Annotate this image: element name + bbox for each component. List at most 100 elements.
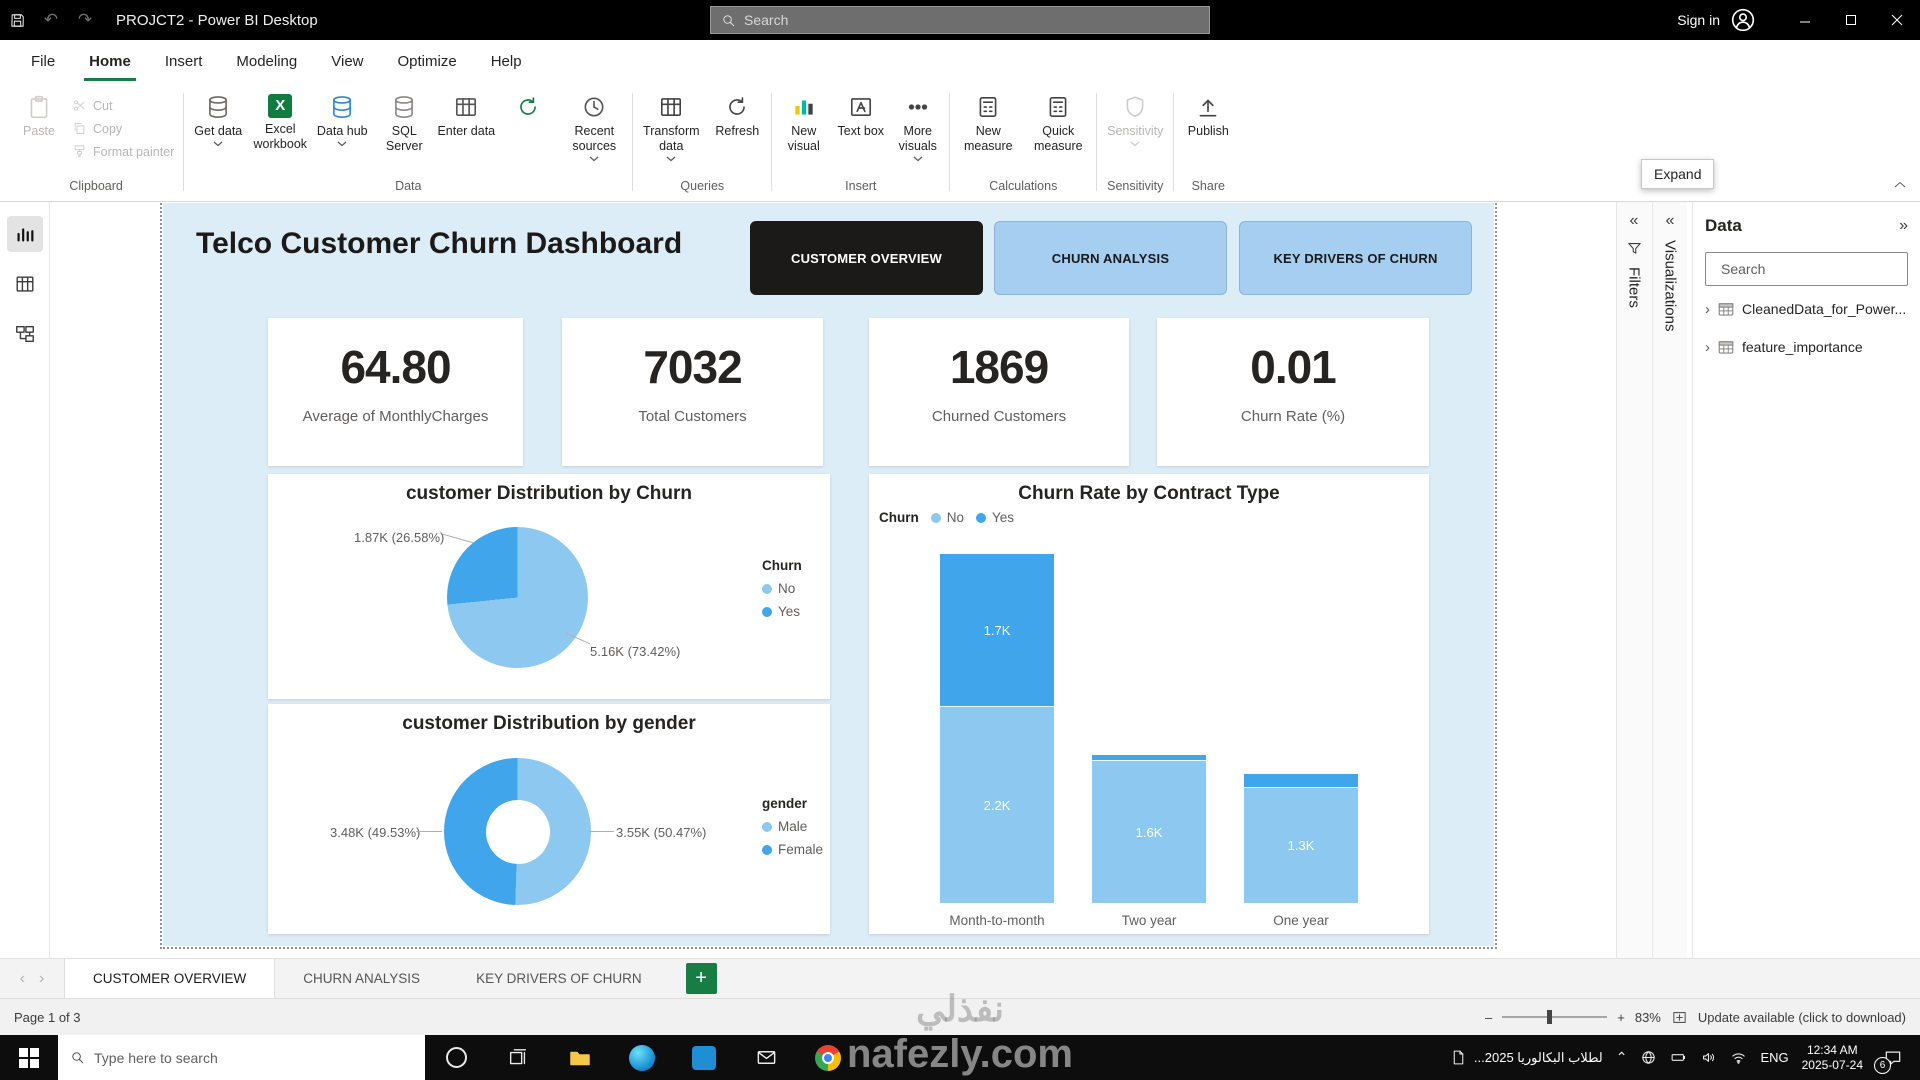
sql-server-button[interactable]: SQL Server <box>373 90 435 158</box>
zoom-slider-handle[interactable] <box>1547 1010 1553 1024</box>
kpi-card-monthly-charges[interactable]: 64.80 Average of MonthlyCharges <box>268 318 523 466</box>
titlebar-search-input[interactable] <box>744 12 1199 28</box>
app-icon-blue[interactable] <box>673 1035 735 1080</box>
next-page-arrow[interactable]: › <box>39 970 44 988</box>
new-page-button[interactable]: + <box>685 963 717 994</box>
recent-sources-button[interactable]: Recent sources <box>559 90 629 166</box>
menu-modeling[interactable]: Modeling <box>219 40 314 83</box>
task-view-icon[interactable] <box>487 1035 549 1080</box>
menu-file[interactable]: File <box>14 40 72 83</box>
cortana-icon[interactable] <box>425 1035 487 1080</box>
save-icon[interactable] <box>0 0 34 40</box>
paste-button[interactable]: Paste <box>12 90 66 143</box>
account-avatar-icon[interactable] <box>1730 7 1756 33</box>
speaker-icon[interactable] <box>1700 1049 1717 1066</box>
fit-to-page-icon[interactable] <box>1671 1009 1688 1026</box>
notification-icon[interactable]: 6 <box>1874 1043 1910 1074</box>
refresh-button[interactable]: Refresh <box>706 90 768 143</box>
wifi-icon[interactable] <box>1730 1049 1747 1066</box>
menu-insert[interactable]: Insert <box>148 40 220 83</box>
chrome-icon[interactable] <box>797 1035 859 1080</box>
hidden-icons-icon[interactable]: ⌃ <box>1616 1049 1628 1066</box>
excel-workbook-button[interactable]: X Excel workbook <box>249 90 311 156</box>
network-icon[interactable] <box>1640 1049 1657 1066</box>
menu-view[interactable]: View <box>314 40 380 83</box>
battery-icon[interactable] <box>1670 1049 1687 1066</box>
expand-filters-icon[interactable]: « <box>1630 212 1639 230</box>
get-data-button[interactable]: Get data <box>187 90 249 151</box>
clock[interactable]: 12:34 AM 2025-07-24 <box>1802 1043 1863 1073</box>
prev-page-arrow[interactable]: ‹ <box>20 970 25 988</box>
bar-column-one-year[interactable]: 1.3K <box>1244 774 1358 903</box>
titlebar-search[interactable] <box>710 6 1210 34</box>
report-view-button[interactable] <box>6 216 43 252</box>
clipboard-icon <box>26 94 52 120</box>
churn-pie-chart[interactable] <box>447 527 588 668</box>
language-indicator[interactable]: ENG <box>1760 1050 1788 1065</box>
sensitivity-button[interactable]: Sensitivity <box>1100 90 1170 151</box>
zoom-in-button[interactable]: + <box>1617 1010 1625 1025</box>
edge-icon[interactable] <box>611 1035 673 1080</box>
chevron-right-icon[interactable]: › <box>1705 339 1710 356</box>
gender-donut-card[interactable]: customer Distribution by gender 3.48K (4… <box>268 704 830 934</box>
report-page[interactable]: Telco Customer Churn Dashboard CUSTOMER … <box>160 200 1497 949</box>
bar-column-month-to-month[interactable]: 1.7K 2.2K <box>940 554 1054 903</box>
file-explorer-icon[interactable] <box>549 1035 611 1080</box>
data-search[interactable] <box>1705 252 1908 286</box>
transform-data-button[interactable]: Transform data <box>636 90 706 166</box>
churn-pie-card[interactable]: customer Distribution by Churn 1.87K (26… <box>268 474 830 699</box>
dataverse-button[interactable] <box>497 90 559 128</box>
taskbar-search-input[interactable] <box>94 1049 413 1066</box>
mail-icon[interactable] <box>735 1035 797 1080</box>
page-tab-churn-analysis[interactable]: CHURN ANALYSIS <box>275 959 448 998</box>
new-measure-button[interactable]: New measure <box>953 90 1023 158</box>
format-painter-button[interactable]: Format painter <box>72 144 174 159</box>
zoom-out-button[interactable]: – <box>1485 1010 1492 1025</box>
cut-button[interactable]: Cut <box>72 98 174 113</box>
collapse-ribbon-icon[interactable] <box>1894 175 1906 193</box>
text-box-button[interactable]: Text box <box>832 90 889 143</box>
menu-optimize[interactable]: Optimize <box>381 40 474 83</box>
table-item-cleaneddata[interactable]: › CleanedData_for_Power... <box>1705 294 1908 324</box>
page-indicator: Page 1 of 3 <box>14 1009 81 1025</box>
page-tab-key-drivers[interactable]: KEY DRIVERS OF CHURN <box>448 959 670 998</box>
close-button[interactable] <box>1874 0 1920 40</box>
page-tab-customer-overview[interactable]: CUSTOMER OVERVIEW <box>64 959 276 998</box>
kpi-value: 0.01 <box>1250 341 1337 393</box>
filters-pane-collapsed[interactable]: « Filters <box>1616 202 1651 958</box>
nav-button-customer-overview[interactable]: CUSTOMER OVERVIEW <box>750 221 983 295</box>
gender-donut-chart[interactable] <box>444 758 591 905</box>
enter-data-button[interactable]: Enter data <box>435 90 497 143</box>
publish-button[interactable]: Publish <box>1177 90 1239 143</box>
new-visual-button[interactable]: New visual <box>775 90 832 158</box>
data-search-input[interactable] <box>1721 261 1902 277</box>
contract-bar-card[interactable]: Churn Rate by Contract Type Churn No Yes… <box>869 474 1429 934</box>
kpi-card-churn-rate[interactable]: 0.01 Churn Rate (%) <box>1157 318 1429 466</box>
more-visuals-button[interactable]: More visuals <box>889 90 946 166</box>
table-item-feature-importance[interactable]: › feature_importance <box>1705 332 1908 362</box>
copy-button[interactable]: Copy <box>72 121 174 136</box>
start-button[interactable] <box>0 1035 58 1080</box>
data-hub-button[interactable]: Data hub <box>311 90 373 151</box>
zoom-slider[interactable] <box>1502 1010 1608 1024</box>
expand-visualizations-icon[interactable]: « <box>1666 212 1675 230</box>
nav-button-key-drivers[interactable]: KEY DRIVERS OF CHURN <box>1239 221 1472 295</box>
chevron-right-icon[interactable]: › <box>1705 301 1710 318</box>
sign-in-button[interactable]: Sign in <box>1677 12 1720 28</box>
taskbar-search[interactable] <box>58 1035 425 1080</box>
update-link[interactable]: Update available (click to download) <box>1698 1010 1906 1025</box>
minimize-button[interactable] <box>1782 0 1828 40</box>
kpi-card-total-customers[interactable]: 7032 Total Customers <box>562 318 823 466</box>
nav-button-churn-analysis[interactable]: CHURN ANALYSIS <box>994 221 1227 295</box>
menu-help[interactable]: Help <box>474 40 539 83</box>
table-view-button[interactable] <box>7 266 43 302</box>
maximize-button[interactable] <box>1828 0 1874 40</box>
kpi-card-churned-customers[interactable]: 1869 Churned Customers <box>869 318 1129 466</box>
quick-measure-button[interactable]: Quick measure <box>1023 90 1093 158</box>
visualizations-pane-collapsed[interactable]: « Visualizations <box>1652 202 1687 958</box>
bar-column-two-year[interactable]: 1.6K <box>1092 755 1206 903</box>
model-view-button[interactable] <box>7 316 43 352</box>
menu-home[interactable]: Home <box>72 40 148 83</box>
taskbar-document-button[interactable]: لطلاب البكالوريا 2025... <box>1450 1049 1603 1066</box>
collapse-data-pane-icon[interactable]: » <box>1899 217 1908 235</box>
